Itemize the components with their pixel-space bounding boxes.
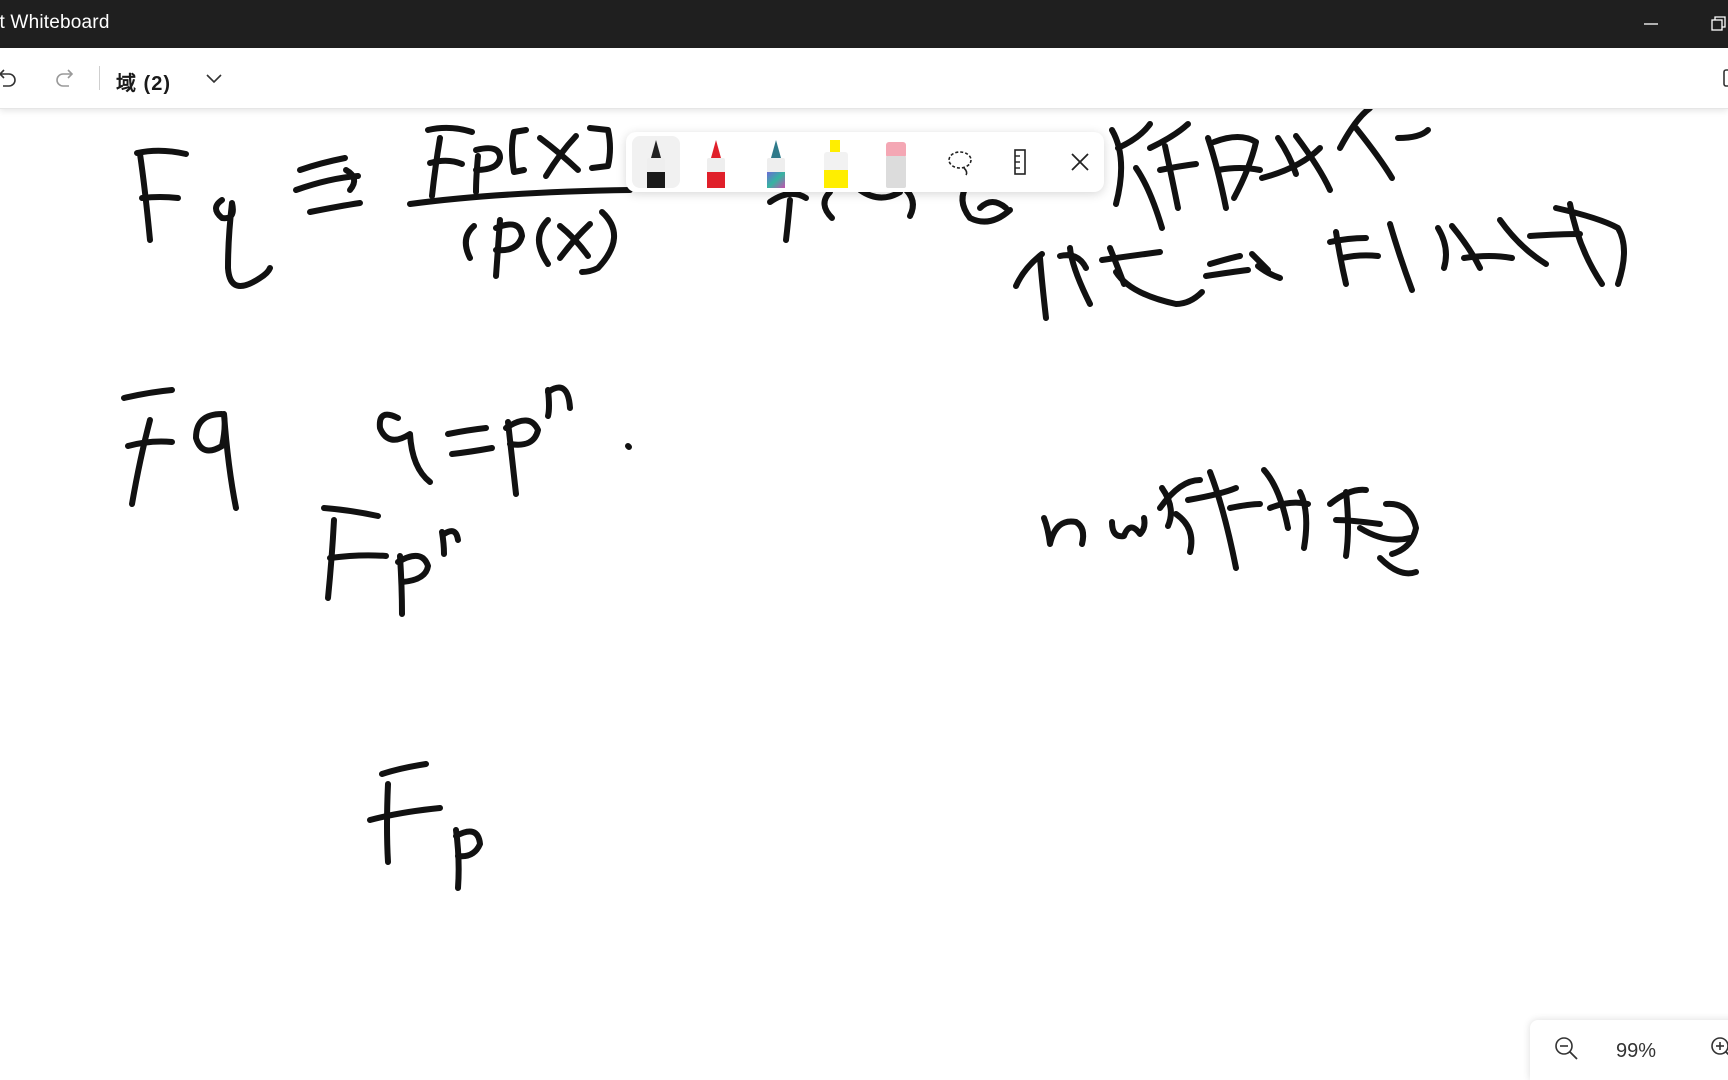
ink-fx-partial xyxy=(767,181,1013,243)
pen-tray xyxy=(626,132,1104,192)
ink-chinese-line2 xyxy=(1013,201,1627,321)
window-title: ft Whiteboard xyxy=(0,12,110,33)
undo-button[interactable] xyxy=(0,60,24,96)
restore-icon xyxy=(1711,16,1726,31)
black-pen-icon xyxy=(647,140,665,188)
ink-fp-n xyxy=(321,505,461,617)
ruler-button[interactable] xyxy=(1000,142,1040,182)
toolbar-divider xyxy=(99,66,100,90)
chevron-down-icon xyxy=(206,74,222,84)
minimize-button[interactable] xyxy=(1628,0,1674,48)
minimize-icon xyxy=(1644,23,1658,25)
close-icon xyxy=(1071,153,1089,171)
highlighter-icon xyxy=(824,140,848,188)
ink-n-irreducible xyxy=(1041,467,1419,577)
restore-button[interactable] xyxy=(1696,0,1728,48)
ink-fq-iso xyxy=(134,147,363,289)
ruler-icon xyxy=(1014,149,1026,175)
panel-icon xyxy=(1723,69,1728,87)
undo-icon xyxy=(0,69,16,87)
highlighter-yellow[interactable] xyxy=(812,136,860,188)
ink-strokes xyxy=(121,108,1627,891)
red-pen-icon xyxy=(707,140,725,188)
redo-icon xyxy=(56,69,74,87)
whiteboard-canvas[interactable] xyxy=(0,108,1728,1080)
redo-button[interactable] xyxy=(48,60,84,96)
title-bar: ft Whiteboard xyxy=(0,0,1728,48)
zoom-out-icon xyxy=(1555,1037,1578,1060)
black-pen[interactable] xyxy=(632,136,680,188)
zoom-in-button[interactable] xyxy=(1708,1034,1728,1064)
galaxy-pen[interactable] xyxy=(752,136,800,188)
galaxy-pen-icon xyxy=(767,140,785,188)
top-toolbar: 域 (2) xyxy=(0,48,1728,109)
zoom-control: 99% xyxy=(1530,1020,1728,1080)
lasso-icon xyxy=(948,151,972,176)
zoom-out-button[interactable] xyxy=(1552,1034,1582,1064)
ink-fq-q-eq-pn xyxy=(121,384,632,511)
ink-fp-bottom xyxy=(367,761,483,891)
lasso-select-button[interactable] xyxy=(940,142,980,182)
zoom-in-icon xyxy=(1711,1037,1728,1056)
board-menu-button[interactable] xyxy=(196,60,232,96)
board-title[interactable]: 域 (2) xyxy=(116,67,171,96)
eraser[interactable] xyxy=(872,136,920,188)
ink-chinese-line1 xyxy=(1109,108,1431,231)
zoom-level[interactable]: 99% xyxy=(1616,1040,1656,1063)
ink-quotient xyxy=(407,124,633,279)
close-tray-button[interactable] xyxy=(1060,142,1100,182)
panel-button[interactable] xyxy=(1714,60,1728,96)
eraser-icon xyxy=(886,142,906,188)
red-pen[interactable] xyxy=(692,136,740,188)
